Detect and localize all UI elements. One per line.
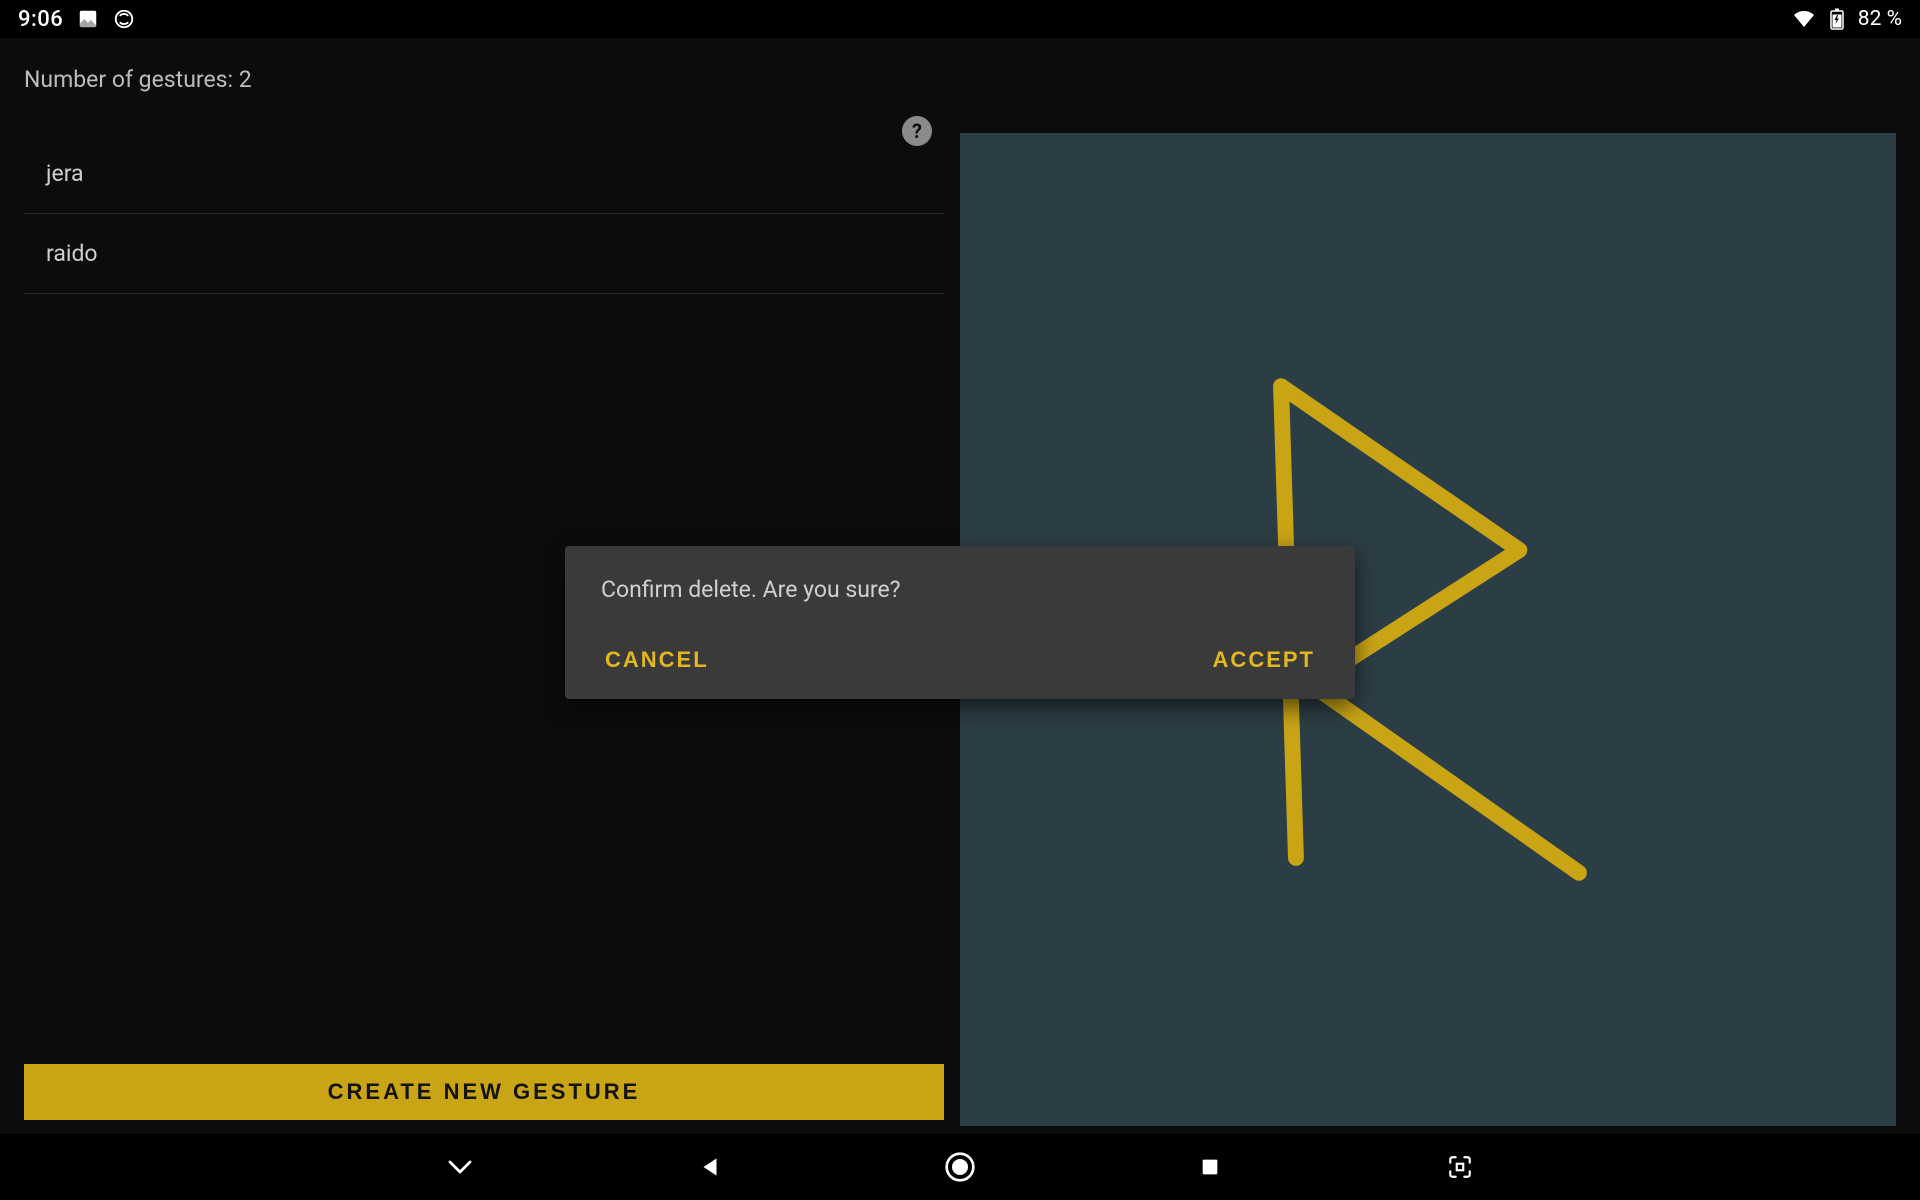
gesture-name: jera <box>46 160 84 187</box>
no-sync-icon <box>113 8 135 30</box>
accept-button[interactable]: ACCEPT <box>1209 639 1319 681</box>
nav-home-button[interactable] <box>940 1147 980 1187</box>
dialog-actions: CANCEL ACCEPT <box>601 639 1319 681</box>
status-left: 9:06 <box>18 7 135 32</box>
dialog-message: Confirm delete. Are you sure? <box>601 576 1319 603</box>
home-circle-icon <box>944 1151 976 1183</box>
status-clock: 9:06 <box>18 7 63 32</box>
gesture-name: raido <box>46 240 98 267</box>
gesture-list: jera raido <box>24 134 944 294</box>
list-item[interactable]: jera <box>24 134 944 214</box>
nav-extra-button[interactable] <box>440 1147 480 1187</box>
list-item[interactable]: raido <box>24 214 944 294</box>
cancel-label: CANCEL <box>605 647 709 672</box>
app-surface: Number of gestures: 2 ? jera raido CREAT… <box>0 38 1920 1134</box>
back-triangle-icon <box>697 1154 723 1180</box>
accept-label: ACCEPT <box>1213 647 1315 672</box>
photo-icon <box>77 8 99 30</box>
nav-back-button[interactable] <box>690 1147 730 1187</box>
create-gesture-button[interactable]: CREATE NEW GESTURE <box>24 1064 944 1120</box>
battery-icon <box>1830 8 1844 30</box>
recent-square-icon <box>1199 1156 1221 1178</box>
nav-recent-button[interactable] <box>1190 1147 1230 1187</box>
status-right: 82 % <box>1792 7 1902 31</box>
status-bar: 9:06 82 % <box>0 0 1920 38</box>
confirm-delete-dialog: Confirm delete. Are you sure? CANCEL ACC… <box>565 546 1355 699</box>
system-navbar <box>0 1134 1920 1200</box>
cancel-button[interactable]: CANCEL <box>601 639 713 681</box>
battery-percent: 82 % <box>1858 7 1902 31</box>
wifi-icon <box>1792 9 1816 29</box>
gesture-count-label: Number of gestures: 2 <box>24 66 252 93</box>
chevron-down-icon <box>445 1152 475 1182</box>
screenshot-icon <box>1447 1154 1473 1180</box>
create-gesture-label: CREATE NEW GESTURE <box>328 1079 641 1104</box>
nav-screenshot-button[interactable] <box>1440 1147 1480 1187</box>
